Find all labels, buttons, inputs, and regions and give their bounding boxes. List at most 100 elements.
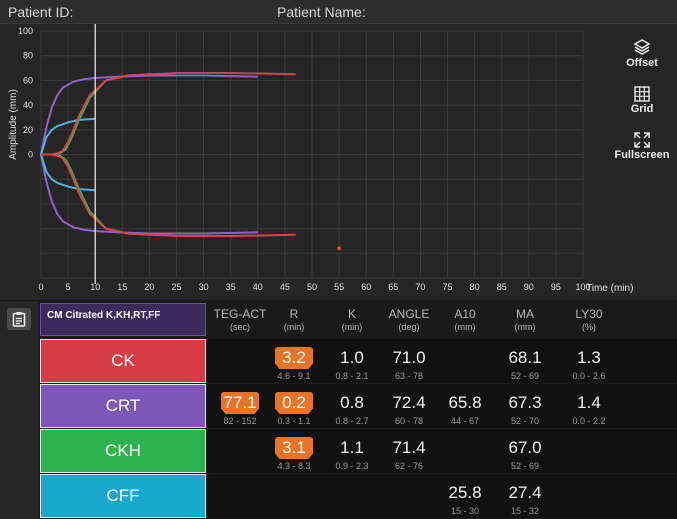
sample-row-button[interactable]: CK — [40, 339, 206, 383]
result-cell: 1.1 0.9 - 2.3 — [322, 437, 382, 471]
tracing-chart: 0 5 10 15 20 25 30 35 40 45 50 55 60 65 70 75 80 85 90 95 10… — [8, 24, 633, 294]
x-tick-label: 30 — [199, 282, 209, 292]
fullscreen-label: Fullscreen — [614, 149, 670, 161]
out-of-range-value: 77.1 — [221, 392, 259, 414]
x-tick-label: 15 — [117, 282, 127, 292]
column-header: MA (mm) — [490, 307, 560, 332]
reference-range: 0.8 - 2.7 — [335, 416, 369, 426]
y-tick-label: 40 — [23, 100, 33, 110]
result-value: 25.8 — [448, 483, 482, 502]
x-tick-label: 25 — [171, 282, 181, 292]
result-cell: 0.2 0.3 - 1.1 — [264, 392, 324, 426]
x-tick-label: 0 — [38, 282, 43, 292]
result-cell: 68.1 52 - 69 — [495, 347, 555, 381]
result-cell: 3.2 4.6 - 9.1 — [264, 347, 324, 381]
result-cell: 27.4 15 - 32 — [495, 482, 555, 516]
reference-range: 82 - 152 — [223, 416, 257, 426]
reference-range: 15 - 30 — [450, 506, 480, 516]
result-value: 72.4 — [392, 393, 426, 412]
x-tick-label: 70 — [415, 282, 425, 292]
reference-range: 0.0 - 2.6 — [572, 371, 606, 381]
fullscreen-button[interactable]: Fullscreen — [612, 132, 672, 161]
reference-range: 62 - 76 — [394, 461, 424, 471]
reference-range: 0.0 - 2.2 — [572, 416, 606, 426]
y-tick-label: 80 — [23, 51, 33, 61]
column-header-unit: (mm) — [514, 322, 536, 332]
result-cell: 72.4 60 - 78 — [379, 392, 439, 426]
reference-range: 4.3 - 8.3 — [277, 461, 311, 471]
result-value: 0.8 — [340, 393, 364, 412]
data-point — [337, 246, 342, 251]
reference-range: 63 - 78 — [394, 371, 424, 381]
y-tick-label: 20 — [23, 125, 33, 135]
x-tick-label: 85 — [497, 282, 507, 292]
y-tick-label: 100 — [18, 26, 33, 36]
result-cell: 25.8 15 - 30 — [435, 482, 495, 516]
result-cell: 77.1 82 - 152 — [210, 392, 270, 426]
column-header-name: LY30 — [575, 307, 603, 321]
result-cell: 65.8 44 - 67 — [435, 392, 495, 426]
result-value: 67.3 — [508, 393, 542, 412]
y-tick-label: 60 — [23, 75, 33, 85]
result-value: 1.3 — [577, 348, 601, 367]
result-value: 65.8 — [448, 393, 482, 412]
x-tick-label: 35 — [226, 282, 236, 292]
reference-range: 15 - 32 — [510, 506, 540, 516]
patient-header: Patient ID: Patient Name: — [0, 0, 677, 24]
result-cell: 67.0 52 - 69 — [495, 437, 555, 471]
out-of-range-value: 0.2 — [275, 392, 313, 414]
x-tick-label: 55 — [334, 282, 344, 292]
reference-range: 52 - 70 — [510, 416, 540, 426]
result-cell: 0.8 0.8 - 2.7 — [322, 392, 382, 426]
patient-id-label: Patient ID: — [8, 4, 74, 20]
y-tick-label: 0 — [28, 150, 33, 160]
column-header-name: MA — [516, 307, 534, 321]
fullscreen-icon — [634, 132, 650, 148]
result-value: 67.0 — [508, 438, 542, 457]
offset-label: Offset — [626, 57, 658, 69]
patient-name-label: Patient Name: — [277, 4, 366, 20]
sample-row-button[interactable]: CRT — [40, 384, 206, 428]
reference-range: 0.8 - 2.1 — [335, 371, 369, 381]
reference-range: 52 - 69 — [510, 461, 540, 471]
x-tick-label: 5 — [66, 282, 71, 292]
report-button[interactable] — [7, 308, 31, 330]
reference-range: 52 - 69 — [510, 371, 540, 381]
result-cell: 1.3 0.0 - 2.6 — [559, 347, 619, 381]
left-toolbar — [0, 301, 38, 519]
sample-row-button[interactable]: CFF — [40, 474, 206, 518]
x-tick-label: 20 — [144, 282, 154, 292]
column-header-unit: (%) — [582, 322, 596, 332]
reference-range: 60 - 78 — [394, 416, 424, 426]
result-value: 1.4 — [577, 393, 601, 412]
reference-range: 44 - 67 — [450, 416, 480, 426]
result-value: 1.0 — [340, 348, 364, 367]
result-value: 71.4 — [392, 438, 426, 457]
result-value: 27.4 — [508, 483, 542, 502]
tracing-chart-panel: 0 5 10 15 20 25 30 35 40 45 50 55 60 65 70 75 80 85 90 95 10… — [0, 24, 677, 300]
x-tick-label: 60 — [361, 282, 371, 292]
reference-range: 0.9 - 2.3 — [335, 461, 369, 471]
out-of-range-value: 3.1 — [275, 437, 313, 459]
layers-icon — [633, 39, 651, 55]
reference-range: 4.6 - 9.1 — [277, 371, 311, 381]
sample-row-button[interactable]: CKH — [40, 429, 206, 473]
offset-button[interactable]: Offset — [612, 38, 672, 69]
result-value: 1.1 — [340, 438, 364, 457]
x-tick-label: 95 — [551, 282, 561, 292]
grid-button[interactable]: Grid — [612, 86, 672, 115]
x-tick-label: 45 — [280, 282, 290, 292]
column-header: LY30 (%) — [554, 307, 624, 332]
clipboard-icon — [12, 312, 26, 327]
out-of-range-value: 3.2 — [275, 347, 313, 369]
sample-title: CM Citrated K,KH,RT,FF — [40, 303, 206, 336]
result-cell: 3.1 4.3 - 8.3 — [264, 437, 324, 471]
x-tick-label: 50 — [307, 282, 317, 292]
result-cell: 67.3 52 - 70 — [495, 392, 555, 426]
result-cell: 1.4 0.0 - 2.2 — [559, 392, 619, 426]
reference-range: 0.3 - 1.1 — [277, 416, 311, 426]
x-tick-label: 40 — [253, 282, 263, 292]
result-cell: 71.4 62 - 76 — [379, 437, 439, 471]
x-tick-label: 80 — [470, 282, 480, 292]
x-tick-label: 65 — [388, 282, 398, 292]
